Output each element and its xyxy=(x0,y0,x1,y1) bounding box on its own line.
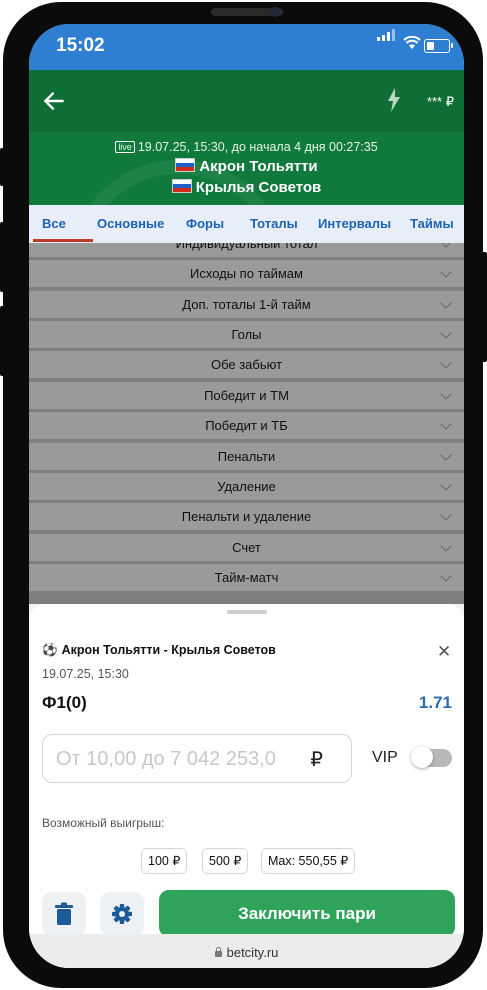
chevron-down-icon xyxy=(440,266,452,278)
home-team: Акрон Тольятти xyxy=(29,158,464,175)
tab-totals[interactable]: Тоталы xyxy=(250,216,298,231)
status-bar: 15:02 xyxy=(29,24,464,70)
status-time: 15:02 xyxy=(56,35,105,56)
vip-label: VIP xyxy=(372,749,398,766)
market-row-label: Удаление xyxy=(217,479,276,494)
screen: 15:02 *** ₽ live 19.07.25, 15:30, до нач… xyxy=(29,24,464,968)
quick-amount-500[interactable]: 500 ₽ xyxy=(202,848,249,874)
vip-toggle[interactable] xyxy=(411,746,452,768)
market-row-label: Победит и ТБ xyxy=(205,418,288,433)
bet-odds: 1.71 xyxy=(418,693,452,712)
phone-frame: 15:02 *** ₽ live 19.07.25, 15:30, до нач… xyxy=(3,2,483,988)
chevron-down-icon xyxy=(440,297,452,309)
bet-event: ⚽ Акрон Тольятти - Крылья Советов xyxy=(42,643,276,658)
chevron-down-icon xyxy=(440,357,452,369)
market-row-label: Исходы по таймам xyxy=(190,266,303,281)
market-row-label: Обе забьют xyxy=(210,357,283,372)
market-row[interactable]: Пенальти и удаление xyxy=(29,503,464,530)
market-row-label: Счет xyxy=(232,540,261,555)
chevron-down-icon xyxy=(440,479,452,491)
away-team-name: Крылья Советов xyxy=(195,179,322,196)
sheet-drag-handle[interactable] xyxy=(227,610,267,614)
tab-halves[interactable]: Таймы xyxy=(410,216,454,231)
market-row-label: Доп. тоталы 1-й тайм xyxy=(182,297,311,312)
bet-selection: Ф1(0) xyxy=(42,693,87,712)
bet-datetime: 19.07.25, 15:30 xyxy=(42,667,129,681)
chevron-down-icon xyxy=(440,449,452,461)
market-row[interactable]: Голы xyxy=(29,321,464,348)
stake-input[interactable] xyxy=(43,735,308,784)
chevron-down-icon xyxy=(440,327,452,339)
place-bet-button[interactable]: Заключить пари xyxy=(159,890,455,937)
phone-camera xyxy=(270,7,280,17)
wifi-icon xyxy=(403,36,421,49)
match-start-text: 19.07.25, 15:30, до начала 4 дня 00:27:3… xyxy=(137,140,378,154)
delete-button[interactable] xyxy=(42,892,86,936)
market-row[interactable]: Удаление xyxy=(29,473,464,500)
settings-button[interactable] xyxy=(100,892,144,936)
stake-field[interactable]: ₽ xyxy=(42,734,352,784)
account-balance[interactable]: *** ₽ xyxy=(427,94,454,110)
lightning-icon[interactable] xyxy=(387,88,401,112)
currency-symbol: ₽ xyxy=(310,749,323,771)
app-bar: *** ₽ xyxy=(29,70,464,132)
market-row[interactable]: Победит и ТМ xyxy=(29,382,464,409)
market-row[interactable]: Пенальти xyxy=(29,443,464,470)
market-row[interactable]: Победит и ТБ xyxy=(29,412,464,439)
chevron-down-icon xyxy=(440,243,452,248)
chevron-down-icon xyxy=(440,540,452,552)
tab-intervals[interactable]: Интервалы xyxy=(318,216,391,231)
battery-icon xyxy=(424,39,453,53)
quick-amount-max[interactable]: Max: 550,55 ₽ xyxy=(261,848,356,874)
close-icon[interactable]: ✕ xyxy=(437,642,451,662)
possible-win-label: Возможный выигрыш: xyxy=(42,816,165,830)
power-button xyxy=(483,252,487,362)
market-row-label: Пенальти и удаление xyxy=(181,509,312,524)
market-row-label: Голы xyxy=(231,327,262,342)
chevron-down-icon xyxy=(440,418,452,430)
mute-switch xyxy=(0,148,4,186)
bet-slip-sheet: ⚽ Акрон Тольятти - Крылья Советов ✕ 19.07… xyxy=(29,604,464,937)
market-row-label: Тайм-матч xyxy=(214,570,279,585)
browser-url-bar[interactable]: betcity.ru xyxy=(29,934,464,968)
market-row[interactable]: Индивидуальный тотал xyxy=(29,243,464,257)
active-tab-indicator xyxy=(33,239,93,242)
bet-event-title: Акрон Тольятти - Крылья Советов xyxy=(61,643,276,657)
quick-amount-100[interactable]: 100 ₽ xyxy=(141,848,188,874)
market-row-label: Победит и ТМ xyxy=(204,388,289,403)
volume-up-button xyxy=(0,222,4,292)
match-header: live 19.07.25, 15:30, до начала 4 дня 00:… xyxy=(29,132,464,205)
chevron-down-icon xyxy=(440,388,452,400)
market-list: Индивидуальный тотал Исходы по таймам До… xyxy=(29,243,464,604)
chevron-down-icon xyxy=(440,509,452,521)
market-row[interactable]: Обе забьют xyxy=(29,351,464,378)
away-team: Крылья Советов xyxy=(29,179,464,196)
market-row[interactable]: Счет xyxy=(29,534,464,561)
live-badge: live xyxy=(115,141,135,153)
russia-flag-icon xyxy=(175,158,196,172)
tab-all[interactable]: Все xyxy=(42,216,66,231)
football-icon: ⚽ xyxy=(42,643,58,657)
market-row[interactable]: Исходы по таймам xyxy=(29,260,464,287)
market-tabs: Все Основные Форы Тоталы Интервалы Таймы xyxy=(29,205,464,243)
tab-main[interactable]: Основные xyxy=(97,216,164,231)
home-team-name: Акрон Тольятти xyxy=(199,158,318,175)
lock-icon xyxy=(214,947,222,957)
trash-icon xyxy=(55,902,73,925)
tab-handicaps[interactable]: Форы xyxy=(186,216,224,231)
market-row-label: Пенальти xyxy=(217,449,276,464)
market-row[interactable]: Тайм-матч xyxy=(29,564,464,591)
gear-icon xyxy=(112,904,132,924)
russia-flag-icon xyxy=(171,179,192,193)
toggle-knob xyxy=(411,746,433,768)
volume-down-button xyxy=(0,306,4,376)
match-start-info: live 19.07.25, 15:30, до начала 4 дня 00:… xyxy=(29,140,464,154)
back-arrow-icon[interactable] xyxy=(41,88,67,114)
market-row[interactable]: Доп. тоталы 1-й тайм xyxy=(29,291,464,318)
chevron-down-icon xyxy=(440,570,452,582)
url-text: betcity.ru xyxy=(226,945,279,960)
market-row-label: Индивидуальный тотал xyxy=(175,243,318,251)
